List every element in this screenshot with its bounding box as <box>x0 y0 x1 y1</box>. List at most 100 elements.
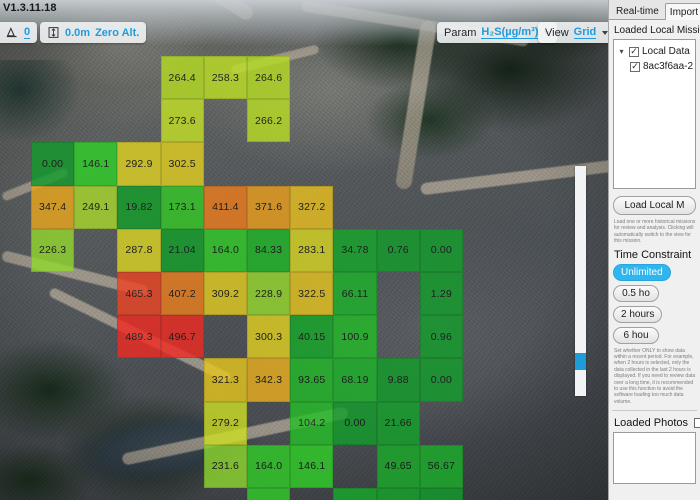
time-constraint-six-hours[interactable]: 6 hou <box>613 326 659 344</box>
grid-cell[interactable]: 489.3 <box>117 315 161 359</box>
load-local-mission-button[interactable]: Load Local M <box>613 196 696 215</box>
panel-tab-bar: Real-time Import <box>609 0 700 20</box>
grid-cell[interactable]: 226.3 <box>31 228 75 272</box>
grid-cell[interactable]: 0.00 <box>419 358 463 402</box>
loaded-photos-list[interactable] <box>613 432 696 485</box>
application-window: 264.4 258.3 264.6 273.6 266.2 0.00 146.1 292.9 3… <box>0 0 700 500</box>
grid-cell[interactable]: 1.29 <box>419 272 463 316</box>
time-constraint-two-hours[interactable]: 2 hours <box>613 305 663 323</box>
param-label: Param <box>444 26 477 39</box>
grid-cell[interactable]: 347.4 <box>31 185 75 229</box>
satellite-count-icon <box>6 26 19 39</box>
grid-cell[interactable]: 100.9 <box>333 315 377 359</box>
grid-cell[interactable]: 32.64 <box>376 488 420 500</box>
time-constraint-options: Unlimited 0.5 ho 2 hours 6 hou <box>609 263 700 344</box>
tree-item-label: 8ac3f6aa-2 <box>643 61 694 72</box>
grid-cell[interactable]: 0.00 <box>419 228 463 272</box>
map-canvas[interactable]: 264.4 258.3 264.6 273.6 266.2 0.00 146.1 292.9 3… <box>0 0 608 500</box>
grid-cell[interactable]: 161.3 <box>247 488 291 500</box>
grid-cell[interactable]: 283.1 <box>290 228 334 272</box>
zero-altitude-button[interactable]: Zero Alt. <box>95 27 139 39</box>
grid-cell[interactable]: 0.96 <box>419 315 463 359</box>
satellite-count-value: 0 <box>24 26 31 39</box>
grid-cell[interactable]: 93.65 <box>290 358 334 402</box>
grid-cell[interactable]: 9.88 <box>376 358 420 402</box>
grid-cell[interactable]: 264.4 <box>160 56 204 100</box>
grid-cell[interactable]: 342.3 <box>247 358 291 402</box>
grid-cell[interactable]: 164.0 <box>203 228 247 272</box>
grid-cell[interactable]: 146.1 <box>74 142 118 186</box>
grid-cell[interactable]: 321.3 <box>203 358 247 402</box>
loaded-photos-row: Loaded Photos ✓ <box>609 411 700 432</box>
satellite-count-pill[interactable]: 0 <box>0 22 38 43</box>
checkbox-loaded-photos[interactable]: ✓ <box>694 418 700 429</box>
altitude-value: 0.0m <box>65 26 91 39</box>
grid-cell[interactable]: 164.0 <box>247 444 291 488</box>
view-selector[interactable]: View Grid <box>538 22 608 43</box>
grid-cell[interactable]: 411.4 <box>203 185 247 229</box>
grid-cell[interactable]: 309.2 <box>203 272 247 316</box>
map-opacity-slider[interactable] <box>575 166 586 396</box>
grid-cell[interactable]: 19.82 <box>117 185 161 229</box>
grid-cell[interactable]: 287.8 <box>117 228 161 272</box>
mission-tree[interactable]: ▾ ✓ Local Data ✓ 8ac3f6aa-2 <box>613 39 696 189</box>
view-label: View <box>545 26 569 39</box>
grid-cell[interactable]: 49.65 <box>376 444 420 488</box>
grid-cell[interactable]: 0.76 <box>376 228 420 272</box>
grid-cell[interactable]: 322.5 <box>290 272 334 316</box>
grid-cell[interactable]: 292.9 <box>117 142 161 186</box>
grid-cell[interactable]: 273.6 <box>160 99 204 143</box>
map-opacity-slider-handle[interactable] <box>575 353 586 370</box>
grid-cell[interactable]: 266.2 <box>247 99 291 143</box>
grid-cell[interactable]: 1.45 <box>419 488 463 500</box>
tab-real-time[interactable]: Real-time <box>611 2 664 19</box>
grid-cell[interactable]: 84.33 <box>247 228 291 272</box>
altitude-pill[interactable]: 0.0m Zero Alt. <box>40 22 147 43</box>
import-side-panel: Real-time Import Loaded Local Missio ▾ ✓… <box>608 0 700 500</box>
grid-cell[interactable]: 0.00 <box>333 401 377 445</box>
param-value: H₂S(µg/m³) <box>481 26 539 39</box>
grid-cell[interactable]: 496.7 <box>160 315 204 359</box>
tab-import[interactable]: Import <box>664 3 700 20</box>
grid-cell[interactable]: 302.5 <box>160 142 204 186</box>
grid-cell[interactable]: 34.78 <box>333 228 377 272</box>
grid-cell[interactable]: 407.2 <box>160 272 204 316</box>
grid-cell[interactable]: 173.1 <box>160 185 204 229</box>
grid-cell[interactable]: 21.66 <box>376 401 420 445</box>
tree-item-local-data[interactable]: ▾ ✓ Local Data <box>617 44 692 59</box>
grid-cell[interactable]: 231.6 <box>203 444 247 488</box>
view-value: Grid <box>573 26 597 39</box>
grid-cell[interactable]: 0.00 <box>31 142 75 186</box>
grid-cell[interactable]: 68.19 <box>333 358 377 402</box>
grid-cell[interactable]: 249.1 <box>74 185 118 229</box>
grid-cell[interactable]: 66.11 <box>333 272 377 316</box>
grid-cell[interactable]: 104.2 <box>290 401 334 445</box>
grid-cell[interactable]: 21.04 <box>160 228 204 272</box>
altitude-icon <box>47 26 60 39</box>
loaded-missions-title: Loaded Local Missio <box>614 25 700 36</box>
grid-cell[interactable]: 56.67 <box>419 444 463 488</box>
grid-cell[interactable]: 146.1 <box>290 444 334 488</box>
grid-cell[interactable]: 327.2 <box>290 185 334 229</box>
time-constraint-heading: Time Constraint <box>614 248 692 261</box>
tree-item-label: Local Data <box>642 46 690 57</box>
grid-cell[interactable]: 264.6 <box>247 56 291 100</box>
concentration-grid-overlay[interactable]: 264.4 258.3 264.6 273.6 266.2 0.00 146.1 292.9 3… <box>0 0 608 500</box>
time-constraint-half-hour[interactable]: 0.5 ho <box>613 284 659 302</box>
version-label: V1.3.11.18 <box>3 2 57 14</box>
grid-cell[interactable]: 258.3 <box>203 56 247 100</box>
grid-cell[interactable]: 228.9 <box>247 272 291 316</box>
chevron-down-icon[interactable]: ▾ <box>617 44 626 59</box>
grid-cell[interactable]: 300.3 <box>247 315 291 359</box>
checkbox-local-data[interactable]: ✓ <box>629 46 639 57</box>
time-constraint-help-text: Set whether ONLY to show data within a r… <box>614 347 696 405</box>
grid-cell[interactable]: 371.6 <box>247 185 291 229</box>
grid-cell[interactable]: 279.2 <box>203 401 247 445</box>
grid-cell[interactable]: 465.3 <box>117 272 161 316</box>
grid-cell[interactable]: 40.15 <box>290 315 334 359</box>
tree-item-mission[interactable]: ✓ 8ac3f6aa-2 <box>617 59 694 74</box>
checkbox-mission[interactable]: ✓ <box>630 61 640 72</box>
time-constraint-unlimited[interactable]: Unlimited <box>613 263 671 281</box>
grid-cell[interactable]: 43.97 <box>333 488 377 500</box>
loaded-photos-label: Loaded Photos <box>614 417 689 430</box>
